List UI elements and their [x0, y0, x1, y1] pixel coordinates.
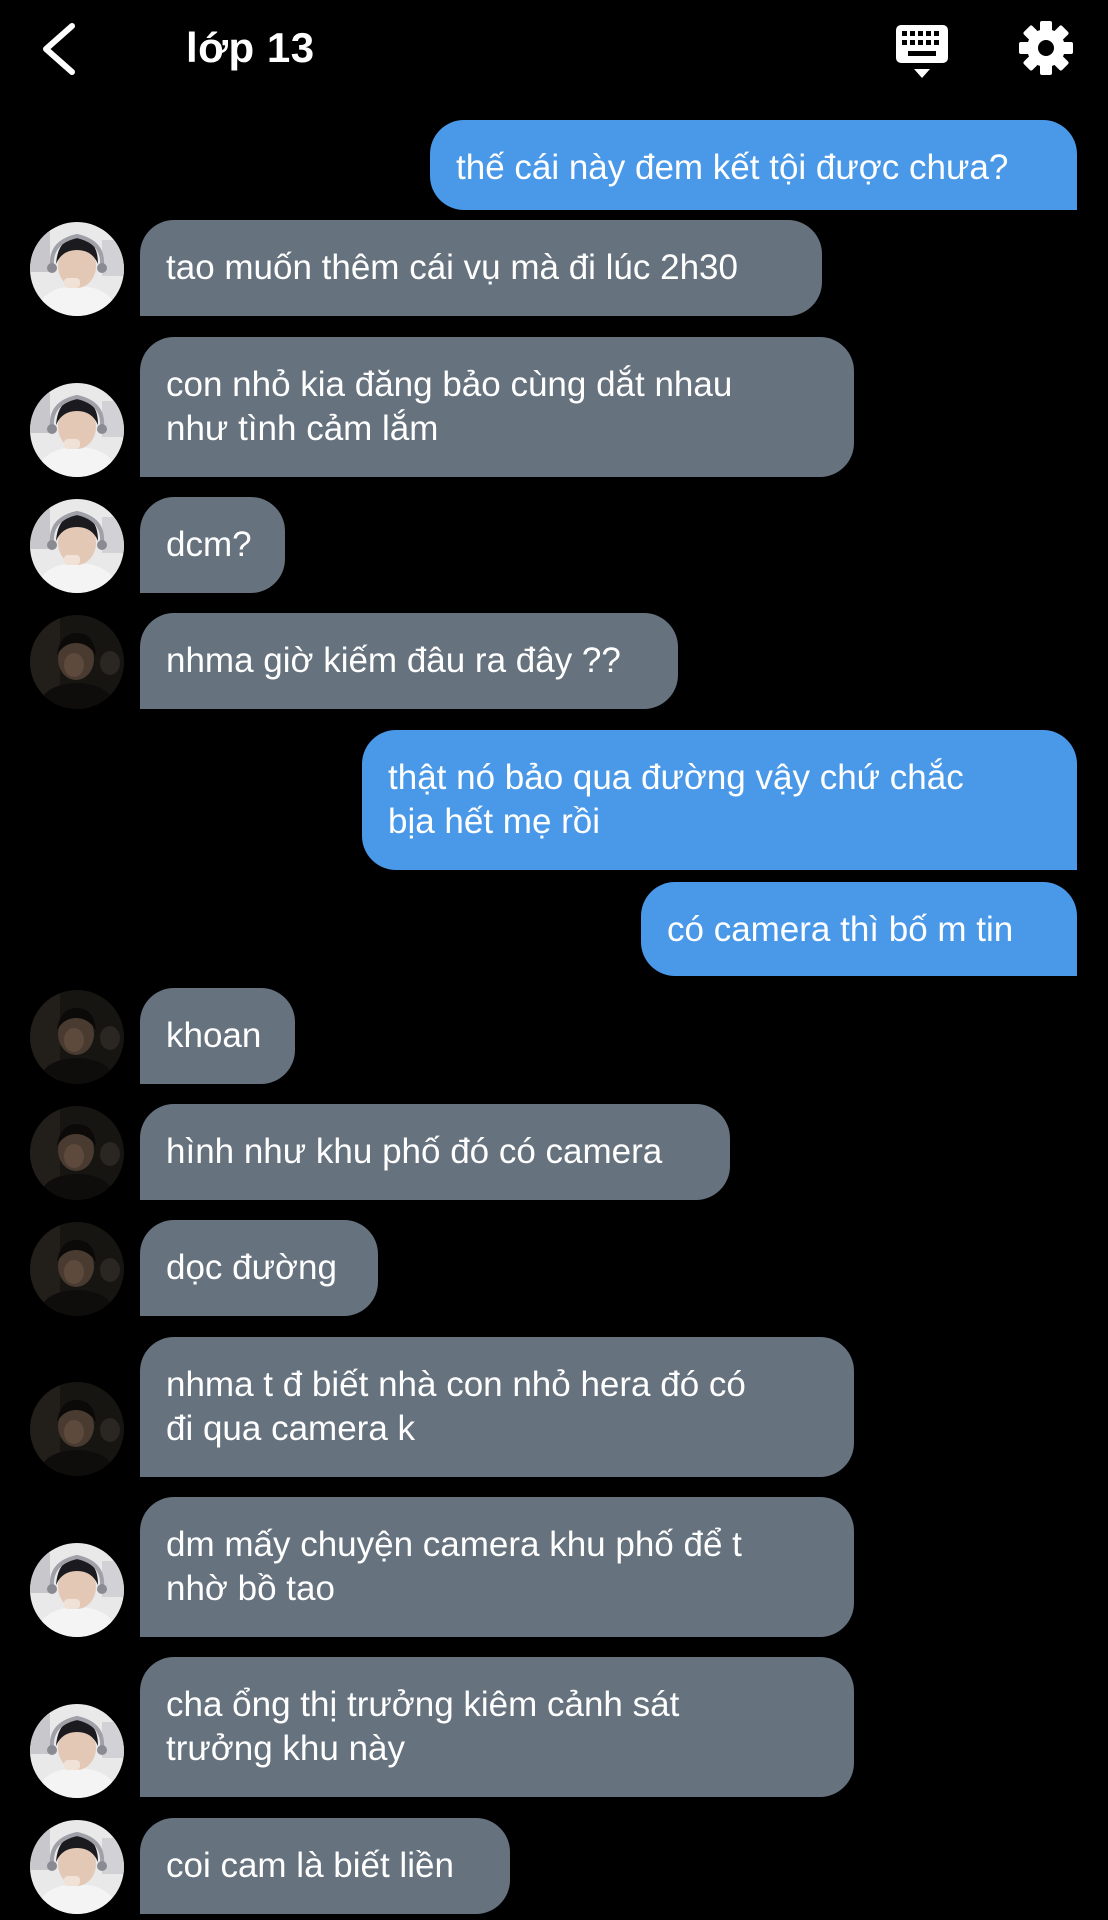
chevron-left-icon	[43, 23, 75, 75]
message-bubble-outgoing[interactable]: thế cái này đem kết tội được chưa?	[430, 120, 1077, 210]
avatar-photo	[30, 990, 124, 1084]
message-bubble-incoming[interactable]: coi cam là biết liền	[140, 1818, 510, 1914]
avatar-photo	[30, 1543, 124, 1637]
message-bubble-incoming[interactable]: dm mấy chuyện camera khu phố để t nhờ bồ…	[140, 1497, 854, 1637]
avatar-photo	[30, 383, 124, 477]
chat-header: lớp 13	[0, 0, 1108, 110]
avatar[interactable]	[30, 1704, 124, 1798]
message-bubble-incoming[interactable]: hình như khu phố đó có camera	[140, 1104, 730, 1200]
settings-button[interactable]	[1018, 20, 1074, 76]
avatar[interactable]	[30, 1543, 124, 1637]
avatar-photo	[30, 1106, 124, 1200]
avatar-photo	[30, 615, 124, 709]
message-bubble-outgoing[interactable]: thật nó bảo qua đường vậy chứ chắc bịa h…	[362, 730, 1077, 870]
message-bubble-incoming[interactable]: dọc đường	[140, 1220, 378, 1316]
avatar-photo	[30, 1382, 124, 1476]
back-button[interactable]	[38, 22, 82, 76]
keyboard-icon	[896, 25, 948, 78]
message-bubble-incoming[interactable]: con nhỏ kia đăng bảo cùng dắt nhau như t…	[140, 337, 854, 477]
avatar[interactable]	[30, 1820, 124, 1914]
avatar[interactable]	[30, 383, 124, 477]
message-bubble-outgoing[interactable]: có camera thì bố m tin	[641, 882, 1077, 976]
message-bubble-incoming[interactable]: nhma giờ kiếm đâu ra đây ??	[140, 613, 678, 709]
avatar-photo	[30, 222, 124, 316]
avatar[interactable]	[30, 222, 124, 316]
message-bubble-incoming[interactable]: tao muốn thêm cái vụ mà đi lúc 2h30	[140, 220, 822, 316]
avatar-photo	[30, 1222, 124, 1316]
avatar[interactable]	[30, 615, 124, 709]
avatar[interactable]	[30, 499, 124, 593]
message-bubble-incoming[interactable]: dcm?	[140, 497, 285, 593]
message-bubble-incoming[interactable]: nhma t đ biết nhà con nhỏ hera đó có đi …	[140, 1337, 854, 1477]
gear-icon	[1019, 21, 1073, 75]
avatar[interactable]	[30, 1106, 124, 1200]
avatar[interactable]	[30, 1222, 124, 1316]
chat-title: lớp 13	[186, 24, 315, 71]
keyboard-button[interactable]	[895, 24, 949, 80]
avatar-photo	[30, 1820, 124, 1914]
avatar[interactable]	[30, 1382, 124, 1476]
message-bubble-incoming[interactable]: khoan	[140, 988, 295, 1084]
avatar[interactable]	[30, 990, 124, 1084]
avatar-photo	[30, 499, 124, 593]
message-bubble-incoming[interactable]: cha ổng thị trưởng kiêm cảnh sát trưởng …	[140, 1657, 854, 1797]
avatar-photo	[30, 1704, 124, 1798]
